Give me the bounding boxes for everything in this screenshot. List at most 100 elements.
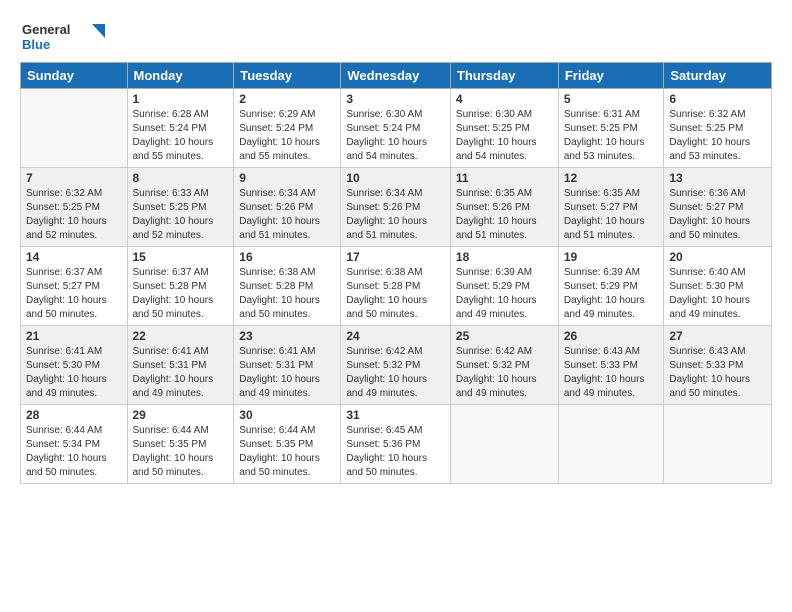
header-day-tuesday: Tuesday — [234, 63, 341, 89]
calendar-cell: 1 Sunrise: 6:28 AM Sunset: 5:24 PM Daylig… — [127, 89, 234, 168]
header-day-saturday: Saturday — [664, 63, 772, 89]
day-number: 4 — [456, 92, 553, 106]
day-number: 22 — [133, 329, 229, 343]
calendar-cell: 29 Sunrise: 6:44 AM Sunset: 5:35 PM Dayli… — [127, 405, 234, 484]
calendar-week-row: 7 Sunrise: 6:32 AM Sunset: 5:25 PM Daylig… — [21, 168, 772, 247]
day-number: 13 — [669, 171, 766, 185]
day-number: 5 — [564, 92, 659, 106]
calendar-cell — [450, 405, 558, 484]
day-number: 11 — [456, 171, 553, 185]
day-info: Sunrise: 6:41 AM Sunset: 5:30 PM Dayligh… — [26, 345, 122, 401]
day-info: Sunrise: 6:30 AM Sunset: 5:24 PM Dayligh… — [346, 108, 445, 164]
day-number: 17 — [346, 250, 445, 264]
calendar-week-row: 21 Sunrise: 6:41 AM Sunset: 5:30 PM Dayli… — [21, 326, 772, 405]
calendar-cell: 23 Sunrise: 6:41 AM Sunset: 5:31 PM Dayli… — [234, 326, 341, 405]
day-info: Sunrise: 6:33 AM Sunset: 5:25 PM Dayligh… — [133, 187, 229, 243]
day-info: Sunrise: 6:43 AM Sunset: 5:33 PM Dayligh… — [669, 345, 766, 401]
calendar-cell: 16Sunrise: 6:38 AM Sunset: 5:28 PM Dayli… — [234, 247, 341, 326]
day-info: Sunrise: 6:28 AM Sunset: 5:24 PM Dayligh… — [133, 108, 229, 164]
day-number: 29 — [133, 408, 229, 422]
calendar-cell: 27 Sunrise: 6:43 AM Sunset: 5:33 PM Dayli… — [664, 326, 772, 405]
calendar-cell: 18 Sunrise: 6:39 AM Sunset: 5:29 PM Dayli… — [450, 247, 558, 326]
day-number: 9 — [239, 171, 335, 185]
day-number: 20 — [669, 250, 766, 264]
day-info: Sunrise: 6:39 AM Sunset: 5:29 PM Dayligh… — [564, 266, 659, 322]
calendar-week-row: 14Sunrise: 6:37 AM Sunset: 5:27 PM Dayli… — [21, 247, 772, 326]
calendar-cell: 24Sunrise: 6:42 AM Sunset: 5:32 PM Dayli… — [341, 326, 451, 405]
day-info: Sunrise: 6:44 AM Sunset: 5:34 PM Dayligh… — [26, 424, 122, 480]
day-number: 18 — [456, 250, 553, 264]
day-number: 7 — [26, 171, 122, 185]
calendar-cell: 10 Sunrise: 6:34 AM Sunset: 5:26 PM Dayli… — [341, 168, 451, 247]
day-number: 8 — [133, 171, 229, 185]
day-number: 31 — [346, 408, 445, 422]
calendar-cell: 31 Sunrise: 6:45 AM Sunset: 5:36 PM Dayli… — [341, 405, 451, 484]
calendar-cell: 6 Sunrise: 6:32 AM Sunset: 5:25 PM Daylig… — [664, 89, 772, 168]
day-info: Sunrise: 6:37 AM Sunset: 5:28 PM Dayligh… — [133, 266, 229, 322]
day-info: Sunrise: 6:30 AM Sunset: 5:25 PM Dayligh… — [456, 108, 553, 164]
page-header: General Blue — [20, 16, 772, 54]
calendar-cell: 22 Sunrise: 6:41 AM Sunset: 5:31 PM Dayli… — [127, 326, 234, 405]
calendar-cell: 8 Sunrise: 6:33 AM Sunset: 5:25 PM Daylig… — [127, 168, 234, 247]
calendar: SundayMondayTuesdayWednesdayThursdayFrid… — [20, 62, 772, 484]
calendar-cell: 3Sunrise: 6:30 AM Sunset: 5:24 PM Daylig… — [341, 89, 451, 168]
svg-text:General: General — [22, 22, 70, 37]
day-number: 27 — [669, 329, 766, 343]
day-number: 30 — [239, 408, 335, 422]
day-info: Sunrise: 6:45 AM Sunset: 5:36 PM Dayligh… — [346, 424, 445, 480]
header-day-thursday: Thursday — [450, 63, 558, 89]
calendar-cell: 17 Sunrise: 6:38 AM Sunset: 5:28 PM Dayli… — [341, 247, 451, 326]
calendar-cell: 26Sunrise: 6:43 AM Sunset: 5:33 PM Dayli… — [558, 326, 664, 405]
day-info: Sunrise: 6:39 AM Sunset: 5:29 PM Dayligh… — [456, 266, 553, 322]
day-info: Sunrise: 6:29 AM Sunset: 5:24 PM Dayligh… — [239, 108, 335, 164]
day-info: Sunrise: 6:36 AM Sunset: 5:27 PM Dayligh… — [669, 187, 766, 243]
calendar-header-row: SundayMondayTuesdayWednesdayThursdayFrid… — [21, 63, 772, 89]
calendar-week-row: 1 Sunrise: 6:28 AM Sunset: 5:24 PM Daylig… — [21, 89, 772, 168]
day-number: 1 — [133, 92, 229, 106]
day-info: Sunrise: 6:38 AM Sunset: 5:28 PM Dayligh… — [346, 266, 445, 322]
day-info: Sunrise: 6:41 AM Sunset: 5:31 PM Dayligh… — [133, 345, 229, 401]
header-day-friday: Friday — [558, 63, 664, 89]
day-info: Sunrise: 6:34 AM Sunset: 5:26 PM Dayligh… — [346, 187, 445, 243]
calendar-cell — [21, 89, 128, 168]
calendar-cell: 11 Sunrise: 6:35 AM Sunset: 5:26 PM Dayli… — [450, 168, 558, 247]
day-info: Sunrise: 6:32 AM Sunset: 5:25 PM Dayligh… — [669, 108, 766, 164]
day-info: Sunrise: 6:35 AM Sunset: 5:26 PM Dayligh… — [456, 187, 553, 243]
day-info: Sunrise: 6:34 AM Sunset: 5:26 PM Dayligh… — [239, 187, 335, 243]
calendar-week-row: 28Sunrise: 6:44 AM Sunset: 5:34 PM Dayli… — [21, 405, 772, 484]
day-info: Sunrise: 6:42 AM Sunset: 5:32 PM Dayligh… — [346, 345, 445, 401]
day-info: Sunrise: 6:41 AM Sunset: 5:31 PM Dayligh… — [239, 345, 335, 401]
header-day-sunday: Sunday — [21, 63, 128, 89]
day-number: 2 — [239, 92, 335, 106]
day-number: 12 — [564, 171, 659, 185]
calendar-cell: 13 Sunrise: 6:36 AM Sunset: 5:27 PM Dayli… — [664, 168, 772, 247]
day-info: Sunrise: 6:32 AM Sunset: 5:25 PM Dayligh… — [26, 187, 122, 243]
calendar-cell: 30 Sunrise: 6:44 AM Sunset: 5:35 PM Dayli… — [234, 405, 341, 484]
calendar-cell: 7 Sunrise: 6:32 AM Sunset: 5:25 PM Daylig… — [21, 168, 128, 247]
day-number: 10 — [346, 171, 445, 185]
day-info: Sunrise: 6:35 AM Sunset: 5:27 PM Dayligh… — [564, 187, 659, 243]
calendar-cell: 25 Sunrise: 6:42 AM Sunset: 5:32 PM Dayli… — [450, 326, 558, 405]
day-number: 14 — [26, 250, 122, 264]
day-number: 25 — [456, 329, 553, 343]
day-number: 6 — [669, 92, 766, 106]
calendar-cell — [558, 405, 664, 484]
day-info: Sunrise: 6:40 AM Sunset: 5:30 PM Dayligh… — [669, 266, 766, 322]
logo: General Blue — [20, 16, 110, 54]
calendar-cell: 12 Sunrise: 6:35 AM Sunset: 5:27 PM Dayli… — [558, 168, 664, 247]
calendar-cell: 28Sunrise: 6:44 AM Sunset: 5:34 PM Dayli… — [21, 405, 128, 484]
day-info: Sunrise: 6:42 AM Sunset: 5:32 PM Dayligh… — [456, 345, 553, 401]
header-day-wednesday: Wednesday — [341, 63, 451, 89]
calendar-cell: 20 Sunrise: 6:40 AM Sunset: 5:30 PM Dayli… — [664, 247, 772, 326]
calendar-cell: 14Sunrise: 6:37 AM Sunset: 5:27 PM Dayli… — [21, 247, 128, 326]
calendar-cell: 15 Sunrise: 6:37 AM Sunset: 5:28 PM Dayli… — [127, 247, 234, 326]
calendar-cell — [664, 405, 772, 484]
day-number: 15 — [133, 250, 229, 264]
day-info: Sunrise: 6:44 AM Sunset: 5:35 PM Dayligh… — [133, 424, 229, 480]
logo-icon: General Blue — [20, 16, 110, 54]
day-number: 21 — [26, 329, 122, 343]
day-number: 23 — [239, 329, 335, 343]
calendar-cell: 5Sunrise: 6:31 AM Sunset: 5:25 PM Daylig… — [558, 89, 664, 168]
day-info: Sunrise: 6:44 AM Sunset: 5:35 PM Dayligh… — [239, 424, 335, 480]
day-number: 16 — [239, 250, 335, 264]
